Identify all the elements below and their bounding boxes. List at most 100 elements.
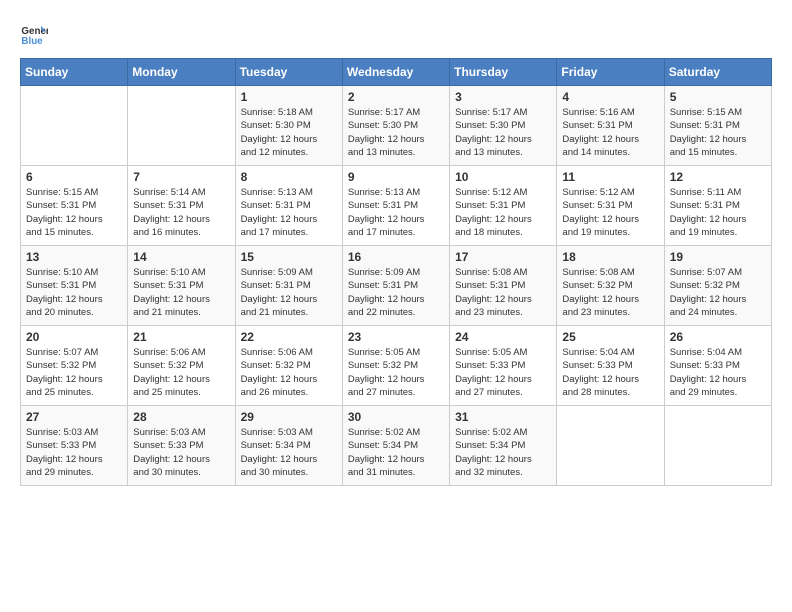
calendar-cell: 26Sunrise: 5:04 AM Sunset: 5:33 PM Dayli…	[664, 326, 771, 406]
calendar-cell	[128, 86, 235, 166]
calendar-cell: 4 Sunrise: 5:16 AM Sunset: 5:31 PM Daylig…	[557, 86, 664, 166]
day-info: Sunrise: 5:11 AM Sunset: 5:31 PM Dayligh…	[670, 186, 766, 239]
calendar-cell: 31 Sunrise: 5:02 AM Sunset: 5:34 PM Dayli…	[450, 406, 557, 486]
day-number: 25	[562, 330, 658, 344]
day-info: Sunrise: 5:08 AM Sunset: 5:32 PM Dayligh…	[562, 266, 658, 319]
column-header-friday: Friday	[557, 59, 664, 86]
calendar-cell: 13 Sunrise: 5:10 AM Sunset: 5:31 PM Dayli…	[21, 246, 128, 326]
calendar-cell: 29 Sunrise: 5:03 AM Sunset: 5:34 PM Dayli…	[235, 406, 342, 486]
day-number: 30	[348, 410, 444, 424]
calendar-cell	[557, 406, 664, 486]
day-info: Sunrise: 5:07 AM Sunset: 5:32 PM Dayligh…	[26, 346, 122, 399]
day-number: 13	[26, 250, 122, 264]
logo-icon: General Blue	[20, 20, 48, 48]
day-number: 31	[455, 410, 551, 424]
day-number: 12	[670, 170, 766, 184]
day-info: Sunrise: 5:16 AM Sunset: 5:31 PM Dayligh…	[562, 106, 658, 159]
column-header-tuesday: Tuesday	[235, 59, 342, 86]
calendar-cell: 30 Sunrise: 5:02 AM Sunset: 5:34 PM Dayli…	[342, 406, 449, 486]
day-number: 28	[133, 410, 229, 424]
calendar-cell: 25 Sunrise: 5:04 AM Sunset: 5:33 PM Dayli…	[557, 326, 664, 406]
day-info: Sunrise: 5:10 AM Sunset: 5:31 PM Dayligh…	[26, 266, 122, 319]
day-number: 22	[241, 330, 337, 344]
day-info: Sunrise: 5:15 AM Sunset: 5:31 PM Dayligh…	[670, 106, 766, 159]
calendar-cell: 19Sunrise: 5:07 AM Sunset: 5:32 PM Dayli…	[664, 246, 771, 326]
calendar-cell: 10Sunrise: 5:12 AM Sunset: 5:31 PM Dayli…	[450, 166, 557, 246]
day-info: Sunrise: 5:18 AM Sunset: 5:30 PM Dayligh…	[241, 106, 337, 159]
day-info: Sunrise: 5:03 AM Sunset: 5:33 PM Dayligh…	[133, 426, 229, 479]
day-number: 2	[348, 90, 444, 104]
calendar-cell: 18 Sunrise: 5:08 AM Sunset: 5:32 PM Dayli…	[557, 246, 664, 326]
day-number: 9	[348, 170, 444, 184]
day-info: Sunrise: 5:10 AM Sunset: 5:31 PM Dayligh…	[133, 266, 229, 319]
calendar-cell: 7 Sunrise: 5:14 AM Sunset: 5:31 PM Daylig…	[128, 166, 235, 246]
calendar-cell: 28 Sunrise: 5:03 AM Sunset: 5:33 PM Dayli…	[128, 406, 235, 486]
calendar-cell: 17 Sunrise: 5:08 AM Sunset: 5:31 PM Dayli…	[450, 246, 557, 326]
day-info: Sunrise: 5:09 AM Sunset: 5:31 PM Dayligh…	[241, 266, 337, 319]
calendar-table: SundayMondayTuesdayWednesdayThursdayFrid…	[20, 58, 772, 486]
day-number: 6	[26, 170, 122, 184]
day-number: 18	[562, 250, 658, 264]
day-number: 16	[348, 250, 444, 264]
calendar-cell: 9 Sunrise: 5:13 AM Sunset: 5:31 PM Daylig…	[342, 166, 449, 246]
calendar-cell: 21Sunrise: 5:06 AM Sunset: 5:32 PM Dayli…	[128, 326, 235, 406]
day-number: 24	[455, 330, 551, 344]
page-header: General Blue	[20, 20, 772, 48]
day-number: 29	[241, 410, 337, 424]
day-info: Sunrise: 5:13 AM Sunset: 5:31 PM Dayligh…	[348, 186, 444, 239]
column-header-thursday: Thursday	[450, 59, 557, 86]
day-info: Sunrise: 5:03 AM Sunset: 5:34 PM Dayligh…	[241, 426, 337, 479]
calendar-cell: 11Sunrise: 5:12 AM Sunset: 5:31 PM Dayli…	[557, 166, 664, 246]
calendar-week-3: 13 Sunrise: 5:10 AM Sunset: 5:31 PM Dayli…	[21, 246, 772, 326]
day-info: Sunrise: 5:14 AM Sunset: 5:31 PM Dayligh…	[133, 186, 229, 239]
svg-text:Blue: Blue	[21, 36, 43, 47]
calendar-cell: 20 Sunrise: 5:07 AM Sunset: 5:32 PM Dayli…	[21, 326, 128, 406]
calendar-week-4: 20 Sunrise: 5:07 AM Sunset: 5:32 PM Dayli…	[21, 326, 772, 406]
day-number: 3	[455, 90, 551, 104]
calendar-cell: 1Sunrise: 5:18 AM Sunset: 5:30 PM Daylig…	[235, 86, 342, 166]
day-info: Sunrise: 5:06 AM Sunset: 5:32 PM Dayligh…	[241, 346, 337, 399]
header-row: SundayMondayTuesdayWednesdayThursdayFrid…	[21, 59, 772, 86]
calendar-cell: 3 Sunrise: 5:17 AM Sunset: 5:30 PM Daylig…	[450, 86, 557, 166]
day-number: 4	[562, 90, 658, 104]
day-info: Sunrise: 5:05 AM Sunset: 5:32 PM Dayligh…	[348, 346, 444, 399]
column-header-monday: Monday	[128, 59, 235, 86]
calendar-cell: 23 Sunrise: 5:05 AM Sunset: 5:32 PM Dayli…	[342, 326, 449, 406]
day-number: 11	[562, 170, 658, 184]
column-header-sunday: Sunday	[21, 59, 128, 86]
day-info: Sunrise: 5:05 AM Sunset: 5:33 PM Dayligh…	[455, 346, 551, 399]
day-number: 5	[670, 90, 766, 104]
calendar-cell: 24 Sunrise: 5:05 AM Sunset: 5:33 PM Dayli…	[450, 326, 557, 406]
day-info: Sunrise: 5:13 AM Sunset: 5:31 PM Dayligh…	[241, 186, 337, 239]
day-info: Sunrise: 5:04 AM Sunset: 5:33 PM Dayligh…	[670, 346, 766, 399]
day-info: Sunrise: 5:15 AM Sunset: 5:31 PM Dayligh…	[26, 186, 122, 239]
calendar-cell: 14 Sunrise: 5:10 AM Sunset: 5:31 PM Dayli…	[128, 246, 235, 326]
day-info: Sunrise: 5:02 AM Sunset: 5:34 PM Dayligh…	[348, 426, 444, 479]
calendar-cell: 15 Sunrise: 5:09 AM Sunset: 5:31 PM Dayli…	[235, 246, 342, 326]
calendar-cell: 12 Sunrise: 5:11 AM Sunset: 5:31 PM Dayli…	[664, 166, 771, 246]
day-number: 27	[26, 410, 122, 424]
calendar-week-5: 27 Sunrise: 5:03 AM Sunset: 5:33 PM Dayli…	[21, 406, 772, 486]
calendar-week-1: 1Sunrise: 5:18 AM Sunset: 5:30 PM Daylig…	[21, 86, 772, 166]
calendar-cell: 27 Sunrise: 5:03 AM Sunset: 5:33 PM Dayli…	[21, 406, 128, 486]
day-number: 17	[455, 250, 551, 264]
column-header-saturday: Saturday	[664, 59, 771, 86]
calendar-cell: 2Sunrise: 5:17 AM Sunset: 5:30 PM Daylig…	[342, 86, 449, 166]
column-header-wednesday: Wednesday	[342, 59, 449, 86]
day-info: Sunrise: 5:17 AM Sunset: 5:30 PM Dayligh…	[455, 106, 551, 159]
day-number: 23	[348, 330, 444, 344]
logo: General Blue	[20, 20, 52, 48]
day-info: Sunrise: 5:12 AM Sunset: 5:31 PM Dayligh…	[455, 186, 551, 239]
day-info: Sunrise: 5:08 AM Sunset: 5:31 PM Dayligh…	[455, 266, 551, 319]
day-info: Sunrise: 5:09 AM Sunset: 5:31 PM Dayligh…	[348, 266, 444, 319]
day-info: Sunrise: 5:04 AM Sunset: 5:33 PM Dayligh…	[562, 346, 658, 399]
day-number: 7	[133, 170, 229, 184]
day-number: 20	[26, 330, 122, 344]
day-number: 15	[241, 250, 337, 264]
day-info: Sunrise: 5:03 AM Sunset: 5:33 PM Dayligh…	[26, 426, 122, 479]
day-info: Sunrise: 5:02 AM Sunset: 5:34 PM Dayligh…	[455, 426, 551, 479]
day-number: 14	[133, 250, 229, 264]
day-number: 21	[133, 330, 229, 344]
calendar-cell: 6 Sunrise: 5:15 AM Sunset: 5:31 PM Daylig…	[21, 166, 128, 246]
calendar-cell	[21, 86, 128, 166]
